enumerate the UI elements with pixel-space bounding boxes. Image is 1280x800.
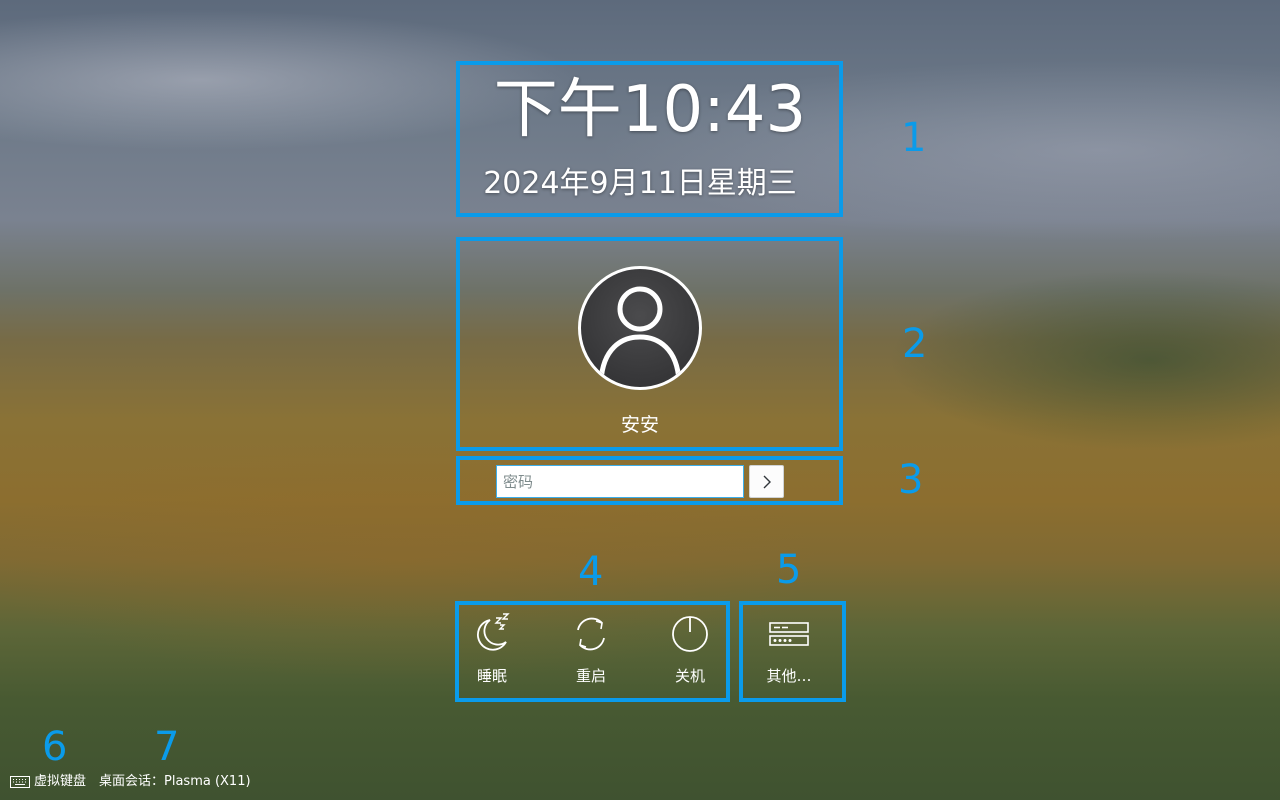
annotation-number-5: 5 [776,547,802,593]
shutdown-button[interactable]: 关机 [645,612,735,686]
virtual-keyboard-button[interactable]: 虚拟键盘 [10,772,86,792]
user-avatar-icon[interactable] [578,266,702,390]
switch-user-icon [769,622,809,646]
annotation-number-3: 3 [898,457,924,503]
chevron-right-icon [763,475,771,488]
sleep-moon-icon [477,613,510,651]
annotation-number-1: 1 [901,115,927,161]
keyboard-icon [10,776,30,788]
virtual-keyboard-label: 虚拟键盘 [34,774,87,789]
login-button[interactable] [749,465,784,498]
restart-label: 重启 [575,667,606,685]
annotation-number-7: 7 [154,724,180,770]
annotation-number-2: 2 [902,321,928,367]
annotation-number-4: 4 [578,549,604,595]
user-name: 安安 [620,414,659,436]
sleep-button[interactable]: 睡眠 [447,612,537,686]
clock-date: 2024年9月11日星期三 [483,166,797,201]
user-silhouette-icon [598,286,682,382]
desktop-session-label: 桌面会话：Plasma (X11) [99,774,251,789]
restart-button[interactable]: 重启 [546,612,636,686]
sleep-label: 睡眠 [476,667,507,685]
clock-time: 下午10:43 [493,73,807,147]
restart-icon [577,617,605,651]
password-input[interactable] [496,465,744,498]
power-icon [672,616,708,652]
annotation-number-6: 6 [42,724,68,770]
other-label: 其他… [766,667,812,685]
shutdown-label: 关机 [674,667,705,685]
other-button[interactable]: 其他… [744,612,834,686]
desktop-session-button[interactable]: 桌面会话：Plasma (X11) [99,772,251,792]
